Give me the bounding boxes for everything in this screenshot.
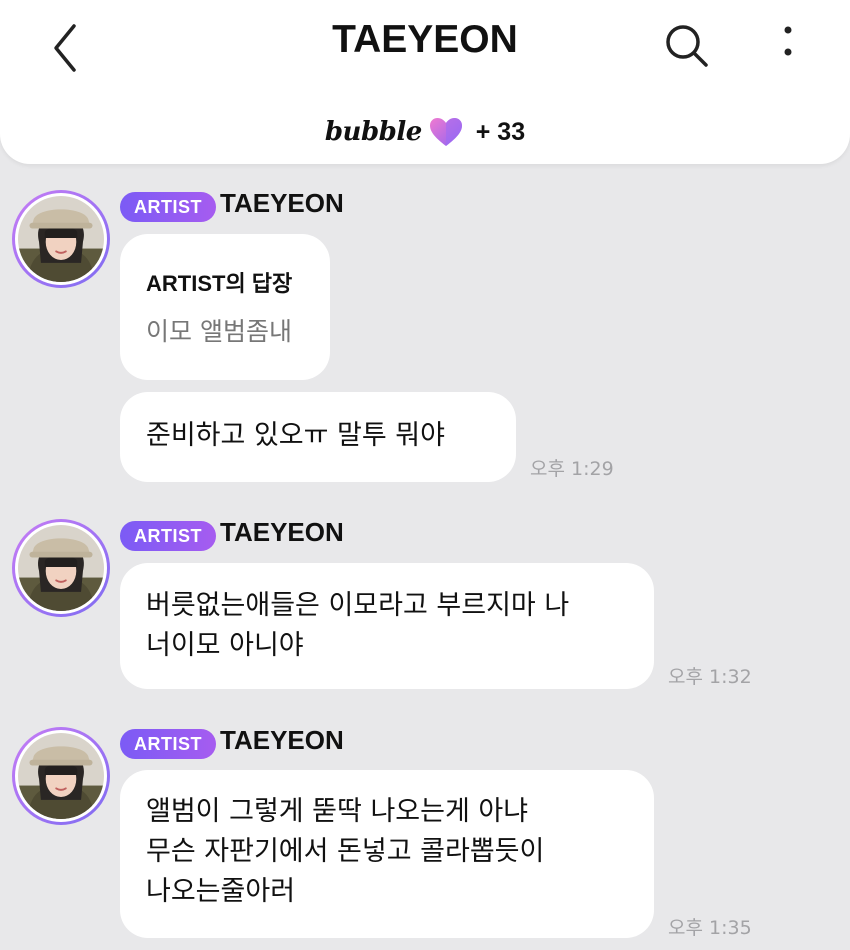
message-text: 준비하고 있오ㅠ 말투 뭐야	[146, 420, 445, 451]
search-button[interactable]	[658, 16, 714, 72]
bubble-subscription-bar[interactable]: bubble + 33	[0, 112, 850, 152]
sender-name: TAEYEON	[220, 517, 344, 547]
reply-title: ARTIST의 답장	[146, 271, 293, 296]
artist-badge: ARTIST	[120, 729, 216, 759]
avatar[interactable]	[12, 727, 110, 825]
reply-bubble[interactable]: ARTIST의 답장 이모 앨범좀내	[120, 234, 330, 380]
subscriber-count: + 33	[475, 117, 526, 146]
search-icon	[666, 25, 708, 67]
chat-header: TAEYEON bubble + 33	[0, 0, 850, 164]
more-options-button[interactable]	[768, 14, 808, 70]
message-bubble[interactable]: 준비하고 있오ㅠ 말투 뭐야	[120, 392, 516, 482]
message-line: 버릇없는애들은 이모라고 부르지마 나	[146, 590, 570, 621]
chevron-left-icon	[54, 24, 76, 72]
profile-photo	[18, 525, 104, 611]
message-time: 오후 1:32	[668, 666, 752, 688]
message-bubble[interactable]: 앨범이 그렇게 뚣딱 나오는게 아냐 무슨 자판기에서 돈넣고 콜라뽑듯이 나오…	[120, 770, 654, 938]
message-time: 오후 1:35	[668, 917, 752, 939]
bubble-logo: bubble	[324, 117, 422, 147]
message-line: 앨범이 그렇게 뚣딱 나오는게 아냐	[146, 796, 529, 827]
sender-name: TAEYEON	[220, 188, 344, 218]
artist-badge: ARTIST	[120, 192, 216, 222]
avatar[interactable]	[12, 519, 110, 617]
profile-photo	[18, 733, 104, 819]
message-bubble[interactable]: 버릇없는애들은 이모라고 부르지마 나 너이모 아니야	[120, 563, 654, 689]
message-line: 나오는줄아러	[146, 876, 296, 907]
more-vertical-icon	[784, 26, 792, 56]
heart-icon	[429, 118, 462, 146]
sender-name: TAEYEON	[220, 725, 344, 755]
avatar[interactable]	[12, 190, 110, 288]
profile-photo	[18, 196, 104, 282]
artist-badge: ARTIST	[120, 521, 216, 551]
page-title: TAEYEON	[332, 18, 518, 61]
message-line: 무슨 자판기에서 돈넣고 콜라뽑듯이	[146, 836, 545, 867]
reply-quote: 이모 앨범좀내	[146, 317, 292, 346]
message-time: 오후 1:29	[530, 458, 614, 480]
back-button[interactable]	[40, 10, 100, 74]
message-line: 너이모 아니야	[146, 630, 304, 661]
